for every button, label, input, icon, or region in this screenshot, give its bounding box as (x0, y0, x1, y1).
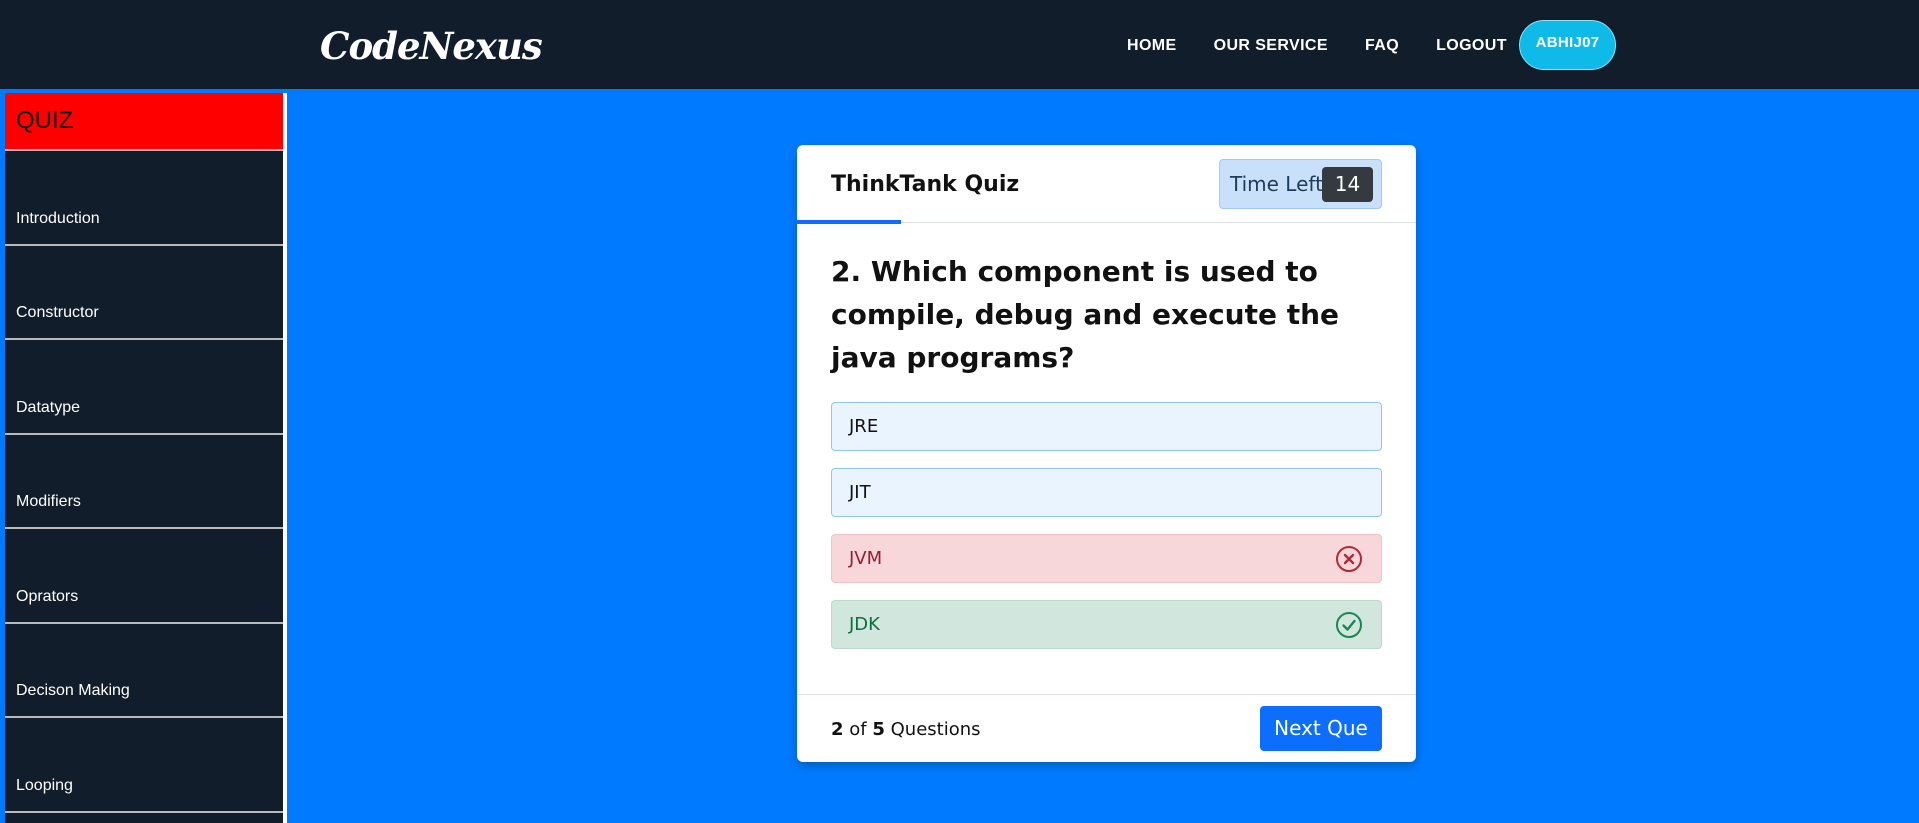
option-jre[interactable]: JRE (831, 402, 1382, 451)
nav-our-service-link[interactable]: OUR SERVICE (1214, 37, 1328, 55)
time-left-box: Time Left 14 (1219, 159, 1382, 209)
counter-of-text: of (849, 719, 867, 740)
nav-home-link[interactable]: HOME (1127, 37, 1177, 55)
top-navbar: CodeNexus HOME OUR SERVICE FAQ LOGOUT AB… (0, 0, 1919, 89)
nav-links: HOME OUR SERVICE FAQ LOGOUT (1127, 0, 1507, 89)
nav-logout-link[interactable]: LOGOUT (1436, 37, 1507, 55)
sidebar-item-label: Decison Making (16, 682, 130, 699)
sidebar-item-label: Introduction (16, 209, 100, 227)
option-jvm[interactable]: JVM (831, 534, 1382, 583)
quiz-card-footer: 2 of 5 Questions Next Que (797, 694, 1416, 762)
option-label: JDK (849, 614, 880, 635)
question-text: 2. Which component is used to compile, d… (831, 255, 1340, 374)
brand-logo[interactable]: CodeNexus (320, 24, 543, 68)
sidebar-item-datatype[interactable]: Datatype (5, 340, 283, 435)
sidebar-item-introduction[interactable]: Introduction (5, 151, 283, 246)
user-profile-button[interactable]: ABHIJ07 (1519, 20, 1616, 70)
sidebar-item-operators[interactable]: Oprators (5, 529, 283, 624)
sidebar-item-decision-making[interactable]: Decison Making (5, 624, 283, 718)
next-question-button[interactable]: Next Que (1260, 706, 1382, 751)
quiz-title: ThinkTank Quiz (831, 172, 1020, 197)
quiz-card: ThinkTank Quiz Time Left 14 2. Which com… (797, 145, 1416, 762)
quiz-card-header: ThinkTank Quiz Time Left 14 (797, 145, 1416, 224)
timer-progress-bar (797, 220, 901, 224)
sidebar-item-label: Oprators (16, 587, 79, 605)
sidebar-item-label: Constructor (16, 304, 99, 321)
time-left-counter: 14 (1322, 167, 1373, 202)
current-question-number: 2 (831, 719, 844, 740)
sidebar-item-label: Modifiers (16, 493, 81, 510)
option-jdk[interactable]: JDK (831, 600, 1382, 649)
check-circle-icon (1336, 612, 1362, 638)
sidebar-item-constructor[interactable]: Constructor (5, 246, 283, 340)
option-label: JRE (849, 416, 879, 437)
option-label: JVM (849, 548, 883, 569)
sidebar-item-label: Looping (16, 776, 73, 794)
x-circle-icon (1336, 546, 1362, 572)
sidebar-item-looping[interactable]: Looping (5, 718, 283, 813)
question-counter: 2 of 5 Questions (831, 719, 981, 740)
nav-faq-link[interactable]: FAQ (1365, 37, 1399, 55)
sidebar-item-modifiers[interactable]: Modifiers (5, 435, 283, 529)
time-left-label: Time Left (1230, 172, 1323, 196)
sidebar-item-label: Datatype (16, 398, 81, 416)
option-label: JIT (849, 482, 871, 503)
sidebar: QUIZ Introduction Constructor Datatype M… (5, 93, 287, 823)
counter-questions-text: Questions (890, 719, 981, 740)
sidebar-title: QUIZ (5, 93, 283, 151)
total-questions-number: 5 (872, 719, 885, 740)
option-jit[interactable]: JIT (831, 468, 1382, 517)
